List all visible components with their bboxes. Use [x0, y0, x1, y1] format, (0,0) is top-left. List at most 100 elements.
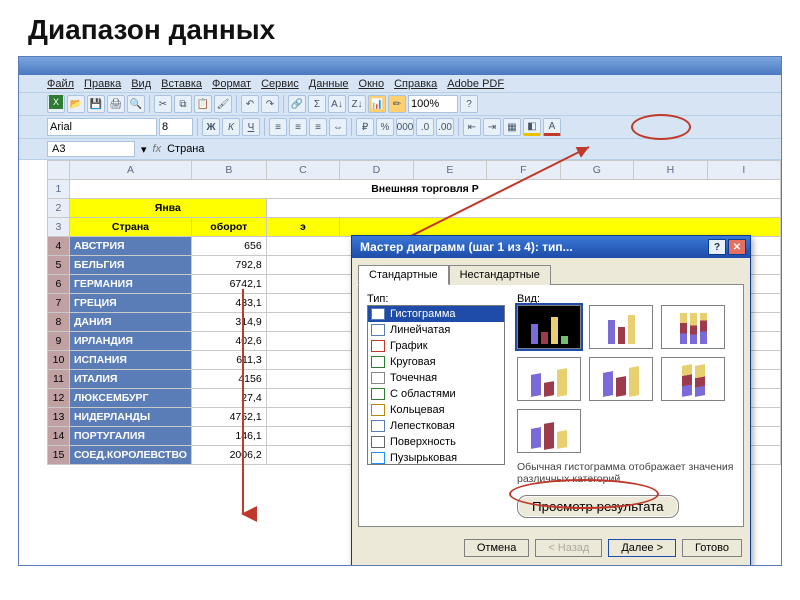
- sort-desc-icon[interactable]: Z↓: [348, 95, 366, 113]
- cell-country[interactable]: ИСПАНИЯ: [69, 351, 191, 370]
- format-painter-icon[interactable]: 🖌: [214, 95, 232, 113]
- thousands-icon[interactable]: 000: [396, 118, 414, 136]
- font-size-input[interactable]: [159, 118, 193, 136]
- cell-country[interactable]: ИТАЛИЯ: [69, 370, 191, 389]
- chart-subtype-2[interactable]: [589, 305, 653, 349]
- cell-country[interactable]: АВСТРИЯ: [69, 237, 191, 256]
- cell-country[interactable]: ЛЮКСЕМБУРГ: [69, 389, 191, 408]
- row-header[interactable]: 6: [48, 275, 70, 294]
- cell-country[interactable]: СОЕД.КОРОЛЕВСТВО: [69, 446, 191, 465]
- dialog-help-icon[interactable]: ?: [708, 239, 726, 255]
- cell-country[interactable]: ДАНИЯ: [69, 313, 191, 332]
- menu-adobe-pdf[interactable]: Adobe PDF: [447, 78, 504, 90]
- row-header[interactable]: 4: [48, 237, 70, 256]
- cancel-button[interactable]: Отмена: [464, 539, 529, 557]
- cell-country[interactable]: ГЕРМАНИЯ: [69, 275, 191, 294]
- preview-icon[interactable]: 🔍: [127, 95, 145, 113]
- cell-country[interactable]: НИДЕРЛАНДЫ: [69, 408, 191, 427]
- chart-subtype-6[interactable]: [661, 357, 725, 401]
- row-header[interactable]: 1: [48, 180, 70, 199]
- font-name-input[interactable]: [47, 118, 157, 136]
- redo-icon[interactable]: ↷: [261, 95, 279, 113]
- row-header[interactable]: 7: [48, 294, 70, 313]
- chart-type-option[interactable]: Гистограмма: [368, 306, 504, 322]
- dialog-close-icon[interactable]: ✕: [728, 239, 746, 255]
- menu-data[interactable]: Данные: [309, 78, 349, 90]
- indent-dec-icon[interactable]: ⇤: [463, 118, 481, 136]
- tab-standard[interactable]: Стандартные: [358, 265, 449, 285]
- menu-insert[interactable]: Вставка: [161, 78, 202, 90]
- cell-country[interactable]: ПОРТУГАЛИЯ: [69, 427, 191, 446]
- bold-icon[interactable]: Ж: [202, 118, 220, 136]
- finish-button[interactable]: Готово: [682, 539, 742, 557]
- cell-value[interactable]: 792,8: [191, 256, 266, 275]
- chart-subtype-1[interactable]: [517, 305, 581, 349]
- row-header[interactable]: 8: [48, 313, 70, 332]
- fill-color-icon[interactable]: ◧: [523, 118, 541, 136]
- zoom-input[interactable]: [408, 95, 458, 113]
- dialog-titlebar[interactable]: Мастер диаграмм (шаг 1 из 4): тип... ? ✕: [352, 236, 750, 258]
- column-header[interactable]: B: [191, 161, 266, 180]
- column-header[interactable]: H: [634, 161, 708, 180]
- align-right-icon[interactable]: ≡: [309, 118, 327, 136]
- tab-custom[interactable]: Нестандартные: [449, 265, 551, 285]
- next-button[interactable]: Далее >: [608, 539, 676, 557]
- menu-bar[interactable]: Файл Правка Вид Вставка Формат Сервис Да…: [19, 75, 781, 92]
- chart-subtype-4[interactable]: [517, 357, 581, 401]
- row-header[interactable]: 15: [48, 446, 70, 465]
- column-header[interactable]: I: [707, 161, 780, 180]
- column-header[interactable]: A: [69, 161, 191, 180]
- chart-wizard-icon[interactable]: 📊: [368, 95, 386, 113]
- chart-type-option[interactable]: Лепестковая: [368, 418, 504, 434]
- chart-subtype-3[interactable]: [661, 305, 725, 349]
- row-header[interactable]: 9: [48, 332, 70, 351]
- align-left-icon[interactable]: ≡: [269, 118, 287, 136]
- underline-icon[interactable]: Ч: [242, 118, 260, 136]
- italic-icon[interactable]: К: [222, 118, 240, 136]
- currency-icon[interactable]: ₽: [356, 118, 374, 136]
- cell-value[interactable]: 656: [191, 237, 266, 256]
- chart-type-option[interactable]: С областями: [368, 386, 504, 402]
- chart-subtype-7[interactable]: [517, 409, 581, 453]
- percent-icon[interactable]: %: [376, 118, 394, 136]
- cell-country[interactable]: БЕЛЬГИЯ: [69, 256, 191, 275]
- borders-icon[interactable]: ▦: [503, 118, 521, 136]
- chart-type-option[interactable]: График: [368, 338, 504, 354]
- paste-icon[interactable]: 📋: [194, 95, 212, 113]
- chart-type-option[interactable]: Кольцевая: [368, 402, 504, 418]
- print-icon[interactable]: 🖨: [107, 95, 125, 113]
- chart-type-option[interactable]: Точечная: [368, 370, 504, 386]
- menu-edit[interactable]: Правка: [84, 78, 121, 90]
- dec-dec-icon[interactable]: .00: [436, 118, 454, 136]
- name-box[interactable]: A3: [47, 141, 135, 157]
- row-header[interactable]: 12: [48, 389, 70, 408]
- row-header[interactable]: 3: [48, 218, 70, 237]
- chart-type-option[interactable]: Поверхность: [368, 434, 504, 450]
- row-header[interactable]: 11: [48, 370, 70, 389]
- dec-inc-icon[interactable]: .0: [416, 118, 434, 136]
- menu-help[interactable]: Справка: [394, 78, 437, 90]
- save-icon[interactable]: 💾: [87, 95, 105, 113]
- open-icon[interactable]: 📂: [67, 95, 85, 113]
- cell-country[interactable]: ИРЛАНДИЯ: [69, 332, 191, 351]
- cut-icon[interactable]: ✂: [154, 95, 172, 113]
- font-color-icon[interactable]: A: [543, 118, 561, 136]
- menu-tools[interactable]: Сервис: [261, 78, 299, 90]
- sort-asc-icon[interactable]: A↓: [328, 95, 346, 113]
- drawing-icon[interactable]: ✏: [388, 95, 406, 113]
- hyperlink-icon[interactable]: 🔗: [288, 95, 306, 113]
- row-header[interactable]: 2: [48, 199, 70, 218]
- menu-format[interactable]: Формат: [212, 78, 251, 90]
- chart-type-option[interactable]: Круговая: [368, 354, 504, 370]
- align-center-icon[interactable]: ≡: [289, 118, 307, 136]
- menu-view[interactable]: Вид: [131, 78, 151, 90]
- autosum-icon[interactable]: Σ: [308, 95, 326, 113]
- merge-icon[interactable]: ⇔: [329, 118, 347, 136]
- chart-type-option[interactable]: Пузырьковая: [368, 450, 504, 465]
- preview-result-button[interactable]: Просмотр результата: [517, 495, 679, 518]
- column-header[interactable]: C: [266, 161, 340, 180]
- menu-window[interactable]: Окно: [359, 78, 385, 90]
- row-header[interactable]: 10: [48, 351, 70, 370]
- row-header[interactable]: 13: [48, 408, 70, 427]
- row-header[interactable]: 5: [48, 256, 70, 275]
